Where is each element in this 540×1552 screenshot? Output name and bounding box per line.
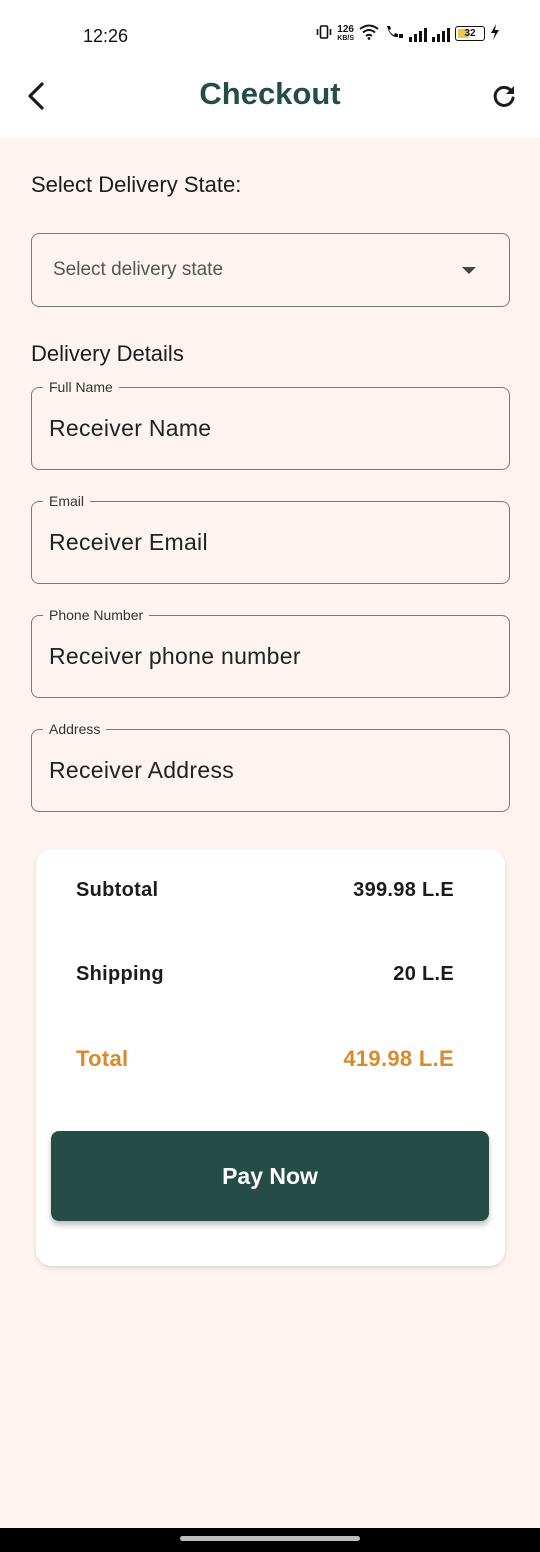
subtotal-label: Subtotal (76, 879, 159, 901)
network-speed-value: 126 (337, 23, 354, 35)
system-nav-bar (0, 1528, 540, 1552)
network-speed: 126 KB/S (337, 23, 354, 43)
order-summary-card: Subtotal 399.98 L.E Shipping 20 L.E Tota… (36, 849, 505, 1266)
address-input[interactable]: Receiver Address (49, 757, 234, 784)
caret-down-icon (462, 267, 476, 274)
email-input[interactable]: Receiver Email (49, 529, 208, 556)
email-field[interactable]: Email Receiver Email (31, 492, 510, 584)
subtotal-row: Subtotal 399.98 L.E (76, 879, 454, 902)
total-label: Total (76, 1046, 129, 1071)
refresh-button[interactable] (486, 80, 522, 116)
app-bar: Checkout (0, 70, 540, 138)
status-time: 12:26 (83, 26, 129, 46)
address-field[interactable]: Address Receiver Address (31, 720, 510, 812)
shipping-value: 20 L.E (393, 963, 454, 985)
battery-level: 32 (464, 28, 476, 39)
pay-now-button[interactable]: Pay Now (51, 1131, 489, 1221)
status-bar: 12:26 126 KB/S 32 (0, 0, 540, 70)
full-name-label: Full Name (43, 378, 119, 396)
full-name-field[interactable]: Full Name Receiver Name (31, 378, 510, 470)
delivery-state-select[interactable]: Select delivery state (31, 233, 510, 307)
delivery-state-label: Select Delivery State: (31, 172, 242, 197)
signal-icon-2 (432, 26, 450, 42)
vibrate-icon (316, 25, 332, 42)
subtotal-value: 399.98 L.E (353, 879, 454, 901)
page-title: Checkout (199, 76, 341, 111)
delivery-state-placeholder: Select delivery state (53, 259, 224, 280)
gesture-handle[interactable] (180, 1536, 360, 1541)
total-value: 419.98 L.E (343, 1046, 454, 1071)
total-row: Total 419.98 L.E (76, 1046, 454, 1072)
email-label: Email (43, 492, 91, 510)
battery-icon: 32 (455, 26, 485, 41)
charging-icon (490, 24, 500, 43)
shipping-row: Shipping 20 L.E (76, 963, 454, 986)
signal-icon-1 (409, 26, 427, 42)
refresh-icon (490, 82, 518, 115)
address-label: Address (43, 720, 107, 738)
phone-number-input[interactable]: Receiver phone number (49, 643, 301, 670)
phone-number-label: Phone Number (43, 606, 150, 624)
status-icons: 126 KB/S 32 (316, 24, 500, 43)
full-name-input[interactable]: Receiver Name (49, 415, 211, 442)
wifi-call-icon (384, 24, 404, 43)
wifi-icon (359, 24, 379, 43)
shipping-label: Shipping (76, 963, 164, 985)
network-speed-unit: KB/S (337, 34, 354, 42)
phone-number-field[interactable]: Phone Number Receiver phone number (31, 606, 510, 698)
delivery-details-heading: Delivery Details (31, 341, 184, 366)
